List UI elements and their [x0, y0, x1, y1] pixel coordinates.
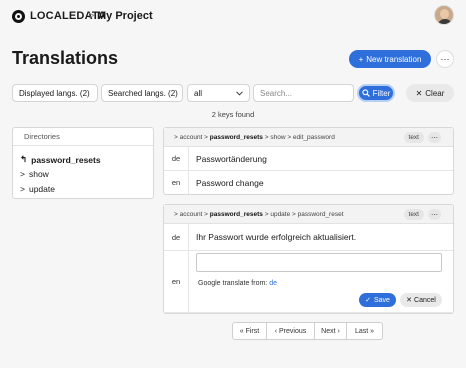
breadcrumb-separator: >	[88, 10, 95, 22]
directory-label: password_resets	[31, 154, 101, 165]
save-label: Save	[373, 296, 390, 304]
directory-item-update[interactable]: > update	[20, 184, 55, 194]
directory-item-password-resets[interactable]: ↰ password_resets	[20, 154, 101, 165]
translation-key-card: > account > password_resets > update > p…	[163, 204, 454, 314]
more-icon: ⋯	[431, 134, 438, 142]
cancel-label: Cancel	[414, 296, 436, 304]
more-icon: ⋯	[431, 211, 438, 219]
key-more-button[interactable]: ⋯	[428, 132, 441, 143]
save-button[interactable]: ✓ Save	[359, 293, 396, 307]
chevron-right-icon: >	[20, 169, 25, 179]
translation-value[interactable]: Ihr Passwort wurde erfolgreich aktualisi…	[189, 224, 453, 250]
displayed-langs-button[interactable]: Displayed langs. (2)	[12, 84, 98, 102]
clear-button[interactable]: ✕ Clear	[406, 84, 454, 102]
cancel-button[interactable]: ✕ Cancel	[400, 293, 442, 307]
new-translation-label: New translation	[366, 54, 422, 64]
close-icon: ✕	[406, 297, 413, 304]
check-icon: ✓	[365, 297, 371, 304]
key-path: > account > password_resets > update > p…	[164, 205, 453, 224]
translation-textarea[interactable]	[196, 253, 442, 272]
translation-key-card: > account > password_resets > show > edi…	[163, 127, 454, 195]
key-type-badge: text	[403, 209, 424, 220]
scope-select[interactable]: all	[187, 84, 250, 102]
key-path-prefix: > account >	[174, 133, 208, 141]
key-path-directory[interactable]: password_resets	[210, 211, 263, 218]
translation-value[interactable]: Passwortänderung	[189, 147, 453, 170]
directories-header: Directories	[13, 128, 153, 146]
project-name[interactable]: My Project	[97, 10, 153, 22]
page-title: Translations	[12, 48, 119, 68]
chevron-down-icon	[236, 90, 243, 96]
page-more-button[interactable]: ⋯	[436, 50, 454, 68]
directory-item-show[interactable]: > show	[20, 169, 49, 179]
user-avatar[interactable]	[434, 5, 454, 25]
scope-value: all	[194, 88, 203, 98]
translation-row[interactable]: en Password change	[164, 171, 453, 194]
top-bar: LOCALEDATA > My Project	[0, 0, 466, 32]
last-page-button[interactable]: Last »	[347, 323, 382, 339]
translation-value[interactable]: Password change	[189, 171, 453, 194]
brand-name[interactable]: LOCALEDATA	[30, 10, 106, 22]
searched-langs-button[interactable]: Searched langs. (2)	[101, 84, 183, 102]
key-path-suffix: > show > edit_password	[264, 133, 335, 141]
previous-page-button[interactable]: ‹ Previous	[267, 323, 315, 339]
search-input[interactable]: Search...	[253, 84, 354, 102]
language-code: en	[164, 251, 189, 312]
pagination: « First ‹ Previous Next › Last »	[232, 322, 383, 340]
plus-icon: +	[358, 54, 364, 64]
directory-label: update	[28, 184, 55, 194]
key-more-button[interactable]: ⋯	[428, 209, 441, 220]
google-translate-source-link[interactable]: de	[269, 280, 277, 287]
folder-up-icon: ↰	[20, 154, 28, 164]
google-translate-hint: Google translate from: de	[198, 280, 277, 287]
new-translation-button[interactable]: + New translation	[349, 50, 431, 68]
next-page-button[interactable]: Next ›	[315, 323, 347, 339]
results-count: 2 keys found	[211, 110, 255, 119]
more-icon: ⋯	[440, 53, 450, 64]
first-page-button[interactable]: « First	[233, 323, 267, 339]
key-path-suffix: > update > password_reset	[264, 210, 344, 218]
google-translate-label: Google translate from:	[198, 280, 268, 287]
logo-icon[interactable]	[12, 10, 25, 23]
language-code: de	[164, 224, 189, 250]
chevron-right-icon: >	[20, 184, 25, 194]
key-type-badge: text	[403, 132, 424, 143]
filter-button[interactable]: Filter	[357, 84, 395, 102]
translation-row[interactable]: de Ihr Passwort wurde erfolgreich aktual…	[164, 224, 453, 251]
translation-row[interactable]: de Passwortänderung	[164, 147, 453, 171]
search-icon	[361, 89, 370, 97]
language-code: en	[164, 171, 189, 194]
close-icon: ✕	[415, 88, 423, 98]
language-code: de	[164, 147, 189, 170]
key-path: > account > password_resets > show > edi…	[164, 128, 453, 147]
key-path-prefix: > account >	[174, 210, 208, 218]
directory-label: show	[28, 169, 49, 179]
key-path-directory[interactable]: password_resets	[210, 134, 263, 141]
clear-label: Clear	[425, 88, 445, 98]
filter-label: Filter	[372, 88, 391, 98]
directories-panel: Directories ↰ password_resets > show > u…	[12, 127, 154, 199]
